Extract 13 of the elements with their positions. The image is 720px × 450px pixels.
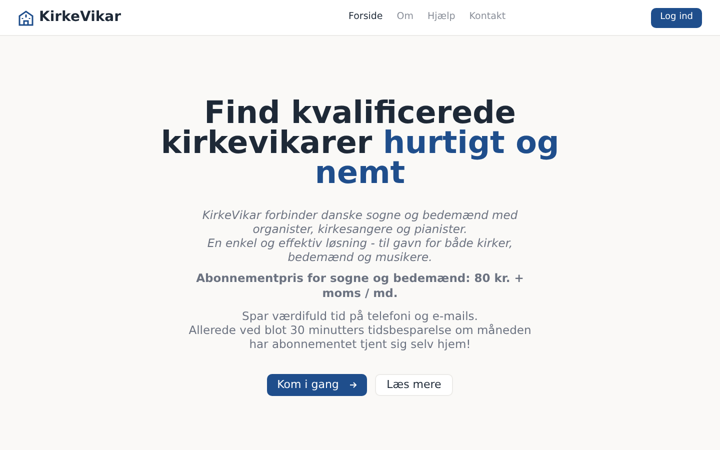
- price-text: Abonnementpris for sogne og bedemænd: 80 kr. + moms / md.: [195, 271, 525, 301]
- brand-name[interactable]: KirkeVikar: [39, 7, 122, 28]
- intro-text: En enkel og effektiv løsning - til gavn for både kirker, bedemænd og musikere.: [206, 236, 514, 264]
- login-button[interactable]: Log ind: [651, 8, 702, 28]
- read-more-button[interactable]: Læs mere: [375, 374, 453, 396]
- arrow-right-icon: [348, 381, 357, 389]
- nav-link[interactable]: Forside: [348, 10, 383, 25]
- get-started-button[interactable]: Kom i gang: [267, 374, 367, 396]
- church-icon: [18, 10, 34, 26]
- hero-heading: Find kvalificerede kirkevikarer hurtigt og nemt: [160, 98, 560, 188]
- savings-text: Spar værdifuld tid på telefoni og e-mails.: [241, 309, 478, 323]
- intro-text: KirkeVikar forbinder danske sogne og bedemænd med organister, kirkesangere og pianister.: [201, 208, 519, 236]
- savings-text: Allerede ved blot 30 minutters tidsbesparelse om måneden har abonnementet tjent sig selv hjem!: [188, 323, 532, 351]
